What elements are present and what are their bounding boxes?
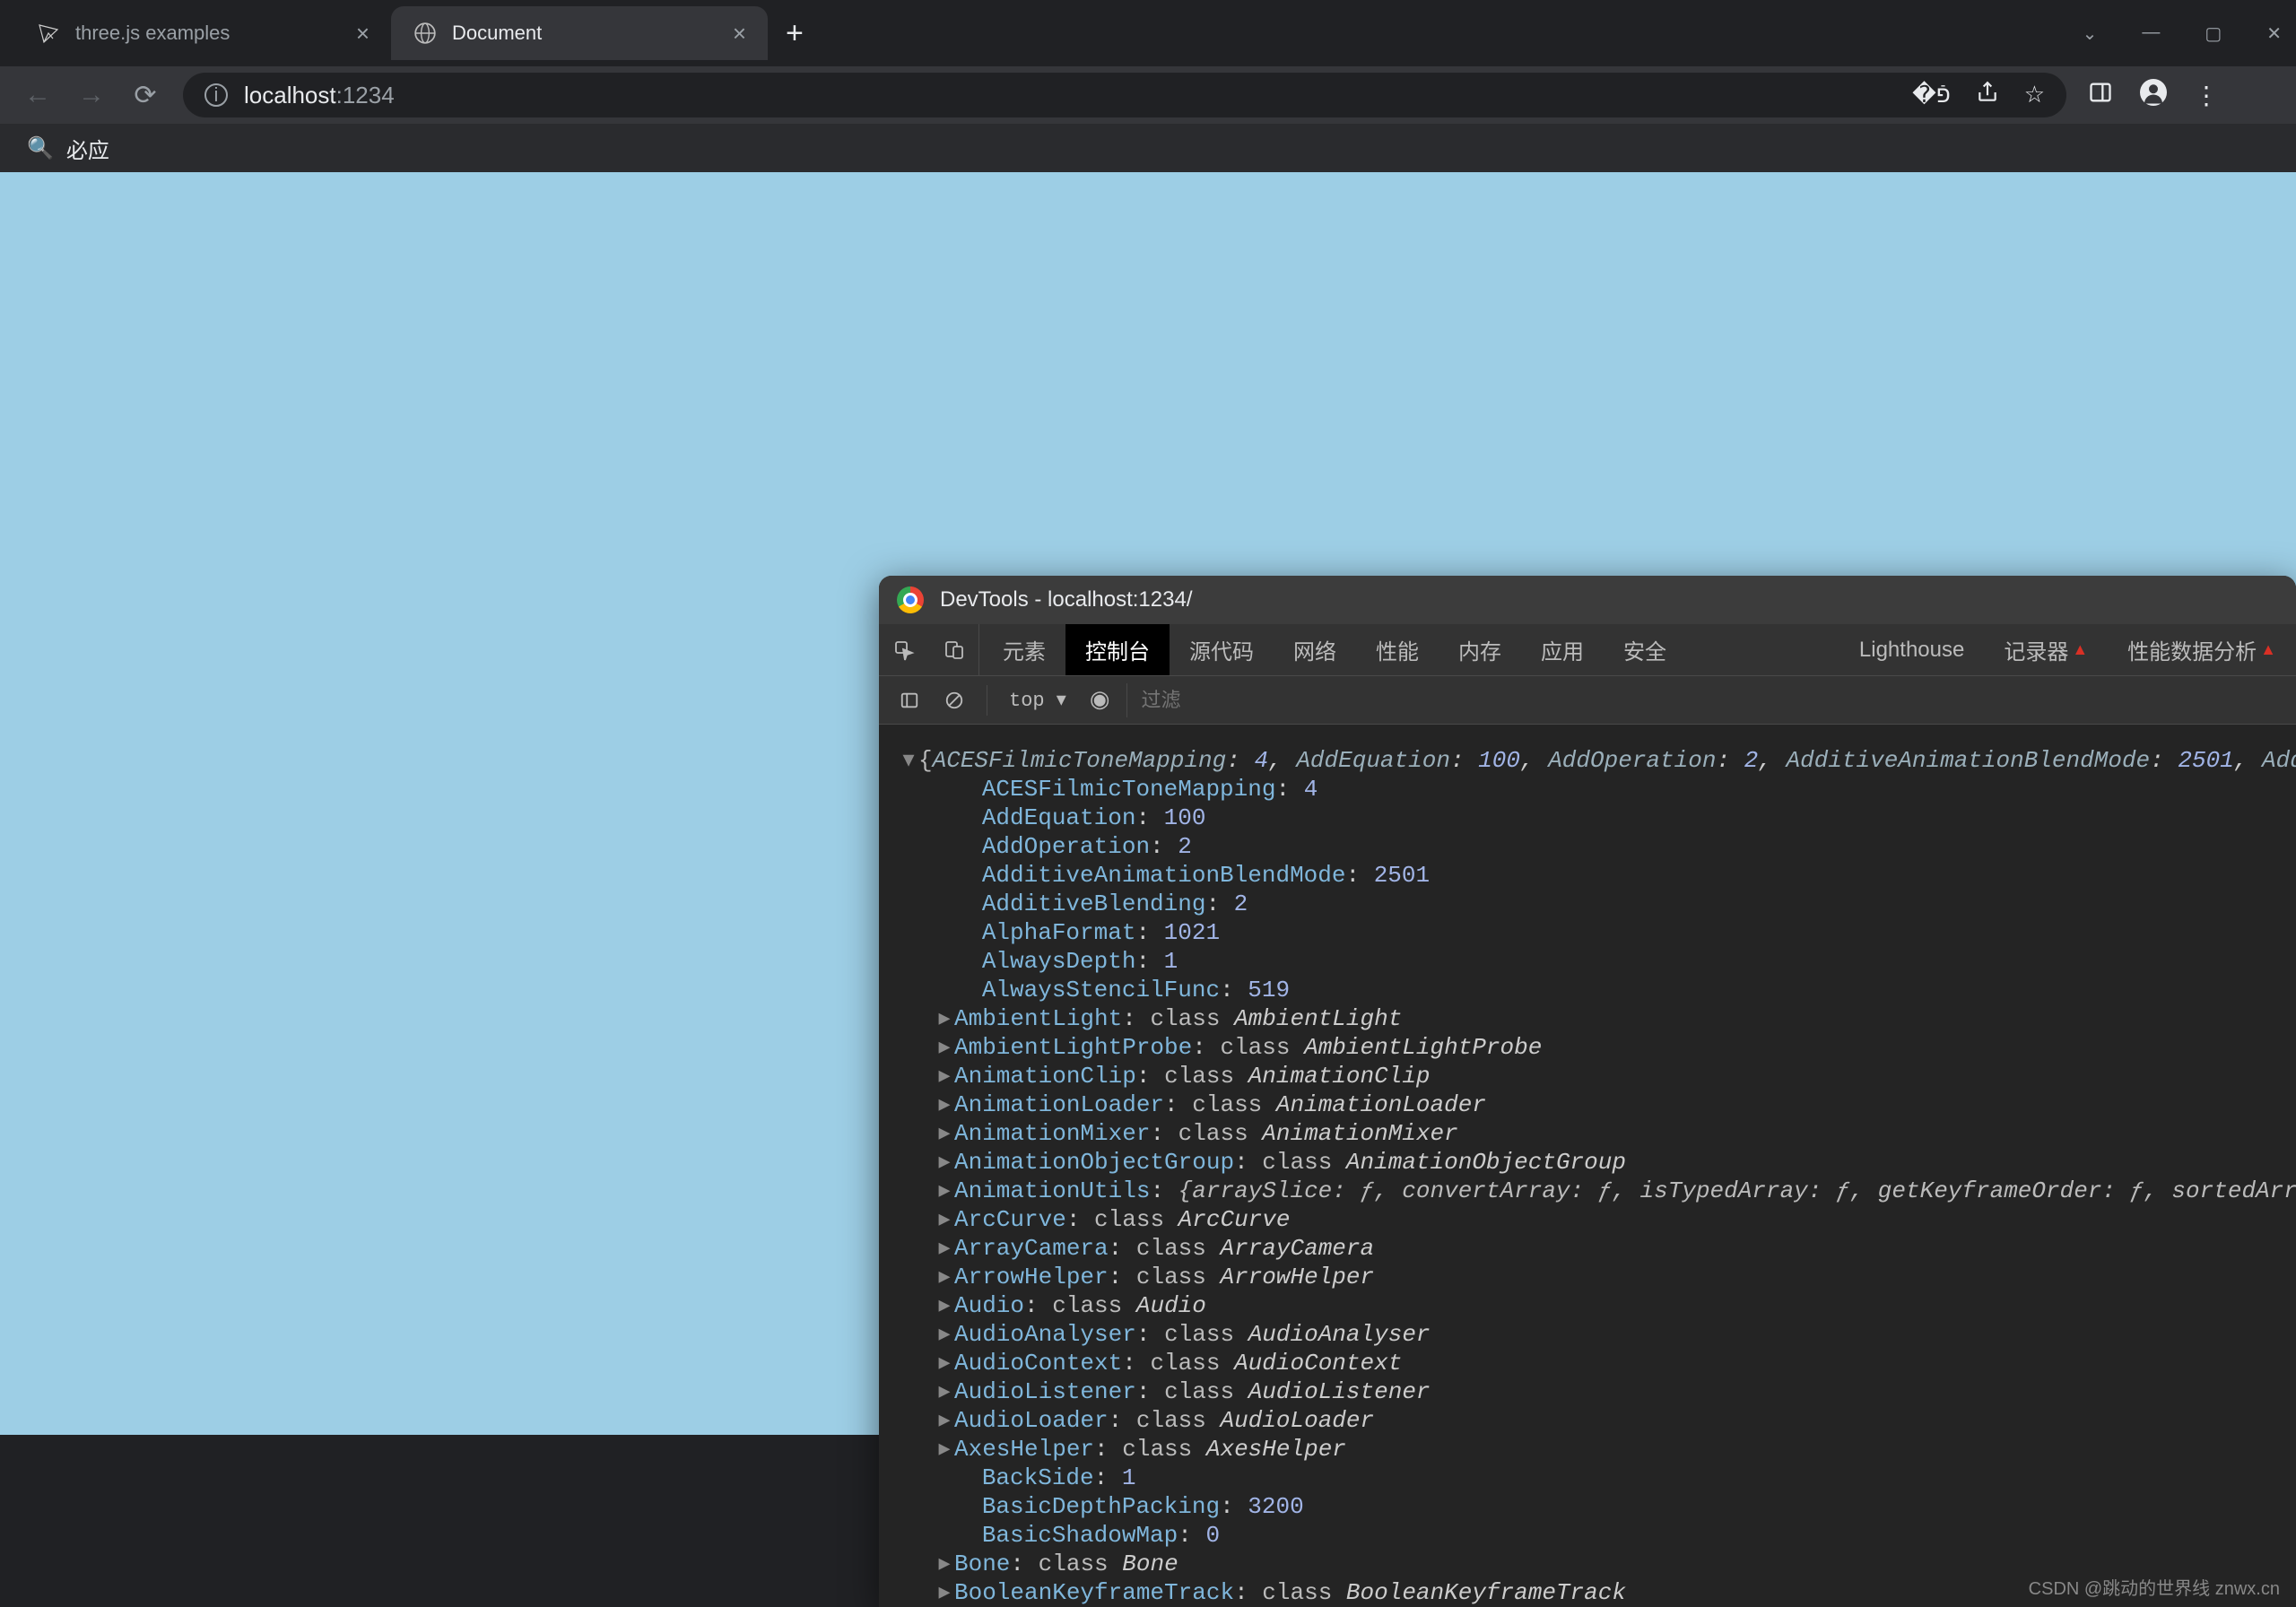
- tab-elements[interactable]: 元素: [983, 624, 1065, 675]
- tab-threejs[interactable]: three.js examples ×: [14, 6, 391, 60]
- maximize-button[interactable]: ▢: [2205, 22, 2222, 45]
- bookmarks-bar: 🔍 必应: [0, 124, 2296, 172]
- console-prop-row[interactable]: ▸AudioContext: class AudioContext: [900, 1349, 2274, 1377]
- console-prop-row[interactable]: ▸AxesHelper: class AxesHelper: [900, 1435, 2274, 1464]
- console-prop-row[interactable]: AdditiveBlending: 2: [900, 890, 2274, 918]
- share-icon[interactable]: [1976, 81, 1999, 110]
- panel-icon[interactable]: [2088, 80, 2113, 111]
- console-prop-row[interactable]: ▸AnimationUtils: {arraySlice: ƒ, convert…: [900, 1177, 2274, 1205]
- tab-perf-insights[interactable]: 性能数据分析▲: [2108, 624, 2296, 675]
- console-prop-row[interactable]: ▸AnimationObjectGroup: class AnimationOb…: [900, 1148, 2274, 1177]
- tab-network[interactable]: 网络: [1274, 624, 1356, 675]
- console-prop-row[interactable]: AdditiveAnimationBlendMode: 2501: [900, 861, 2274, 890]
- tab-sources[interactable]: 源代码: [1170, 624, 1274, 675]
- devtools-window: DevTools - localhost:1234/ 元素 控制台 源代码 网络…: [879, 576, 2296, 1607]
- address-field[interactable]: i localhost:1234 �פֿ ☆: [183, 73, 2066, 117]
- clear-console-button[interactable]: [936, 682, 972, 718]
- globe-icon: [413, 21, 438, 46]
- window-controls: ⌄ — ▢ ✕: [2083, 22, 2282, 45]
- translate-icon[interactable]: �פֿ: [1912, 81, 1951, 110]
- profile-icon[interactable]: [2140, 79, 2167, 112]
- tab-performance[interactable]: 性能: [1356, 624, 1439, 675]
- console-prop-row[interactable]: ▸Audio: class Audio: [900, 1291, 2274, 1320]
- tab-memory[interactable]: 内存: [1439, 624, 1521, 675]
- tab-document[interactable]: Document ×: [391, 6, 768, 60]
- star-icon[interactable]: ☆: [2024, 81, 2045, 110]
- console-prop-row[interactable]: ▸AnimationClip: class AnimationClip: [900, 1062, 2274, 1090]
- page-viewport: DevTools - localhost:1234/ 元素 控制台 源代码 网络…: [0, 172, 2296, 1435]
- search-icon: 🔍: [27, 135, 54, 161]
- inspect-icon[interactable]: [879, 624, 929, 675]
- console-prop-row[interactable]: ▸ArcCurve: class ArcCurve: [900, 1205, 2274, 1234]
- minimize-button[interactable]: —: [2142, 22, 2160, 45]
- console-prop-row[interactable]: ▸AnimationMixer: class AnimationMixer: [900, 1119, 2274, 1148]
- tab-label: three.js examples: [75, 22, 230, 45]
- console-toolbar: top ▾ ◉: [879, 676, 2296, 725]
- url-host: localhost: [244, 82, 336, 109]
- console-prop-row[interactable]: ▸AudioAnalyser: class AudioAnalyser: [900, 1320, 2274, 1349]
- tab-lighthouse[interactable]: Lighthouse: [1839, 624, 1984, 675]
- console-prop-row[interactable]: AddEquation: 100: [900, 804, 2274, 832]
- address-bar: ← → ⟳ i localhost:1234 �פֿ ☆ ⋮: [0, 66, 2296, 124]
- url-path: :1234: [336, 82, 395, 109]
- browser-tab-bar: three.js examples × Document × + ⌄ — ▢ ✕: [0, 0, 2296, 66]
- console-prop-row[interactable]: ▸AudioListener: class AudioListener: [900, 1377, 2274, 1406]
- console-prop-row[interactable]: BackSide: 1: [900, 1464, 2274, 1492]
- console-prop-row[interactable]: AlwaysStencilFunc: 519: [900, 976, 2274, 1004]
- console-output: ▾{ACESFilmicToneMapping: 4, AddEquation:…: [879, 725, 2296, 1607]
- console-prop-row[interactable]: AddOperation: 2: [900, 832, 2274, 861]
- new-tab-button[interactable]: +: [768, 16, 822, 51]
- chevron-down-icon[interactable]: ⌄: [2083, 22, 2098, 45]
- console-filter-input[interactable]: [1126, 683, 2283, 717]
- console-summary-row[interactable]: ▾{ACESFilmicToneMapping: 4, AddEquation:…: [900, 746, 2274, 775]
- console-prop-row[interactable]: AlwaysDepth: 1: [900, 947, 2274, 976]
- tab-security[interactable]: 安全: [1604, 624, 1686, 675]
- console-prop-row[interactable]: ▸AmbientLight: class AmbientLight: [900, 1004, 2274, 1033]
- sidebar-toggle-icon[interactable]: [891, 682, 927, 718]
- devtools-titlebar[interactable]: DevTools - localhost:1234/: [879, 576, 2296, 624]
- console-prop-row[interactable]: ▸ArrayCamera: class ArrayCamera: [900, 1234, 2274, 1263]
- console-prop-row[interactable]: ACESFilmicToneMapping: 4: [900, 775, 2274, 804]
- threejs-icon: [36, 21, 61, 46]
- device-icon[interactable]: [929, 624, 979, 675]
- devtools-title: DevTools - localhost:1234/: [940, 587, 1192, 612]
- menu-icon[interactable]: ⋮: [2194, 81, 2219, 110]
- console-prop-row[interactable]: BasicShadowMap: 0: [900, 1521, 2274, 1550]
- bookmark-item[interactable]: 必应: [66, 133, 109, 164]
- forward-button[interactable]: →: [75, 80, 108, 110]
- console-prop-row[interactable]: ▸AnimationLoader: class AnimationLoader: [900, 1090, 2274, 1119]
- tab-application[interactable]: 应用: [1521, 624, 1604, 675]
- close-icon[interactable]: ×: [356, 20, 370, 48]
- watermark-text: CSDN @跳动的世界线 znwx.cn: [2029, 1574, 2280, 1600]
- tab-console[interactable]: 控制台: [1065, 624, 1170, 675]
- live-expression-icon[interactable]: ◉: [1083, 686, 1118, 714]
- back-button[interactable]: ←: [22, 80, 54, 110]
- close-icon[interactable]: ×: [733, 20, 746, 48]
- site-info-icon[interactable]: i: [204, 83, 228, 107]
- console-prop-row[interactable]: ▸AmbientLightProbe: class AmbientLightPr…: [900, 1033, 2274, 1062]
- console-prop-row[interactable]: BasicDepthPacking: 3200: [900, 1492, 2274, 1521]
- reload-button[interactable]: ⟳: [129, 80, 161, 111]
- context-select[interactable]: top ▾: [1002, 689, 1074, 712]
- tab-recorder[interactable]: 记录器▲: [1984, 624, 2108, 675]
- close-button[interactable]: ✕: [2266, 22, 2282, 45]
- chrome-icon: [897, 586, 924, 613]
- console-prop-row[interactable]: ▸ArrowHelper: class ArrowHelper: [900, 1263, 2274, 1291]
- console-prop-row[interactable]: ▸AudioLoader: class AudioLoader: [900, 1406, 2274, 1435]
- tab-label: Document: [452, 22, 542, 45]
- devtools-tabs: 元素 控制台 源代码 网络 性能 内存 应用 安全 Lighthouse 记录器…: [879, 624, 2296, 676]
- console-prop-row[interactable]: AlphaFormat: 1021: [900, 918, 2274, 947]
